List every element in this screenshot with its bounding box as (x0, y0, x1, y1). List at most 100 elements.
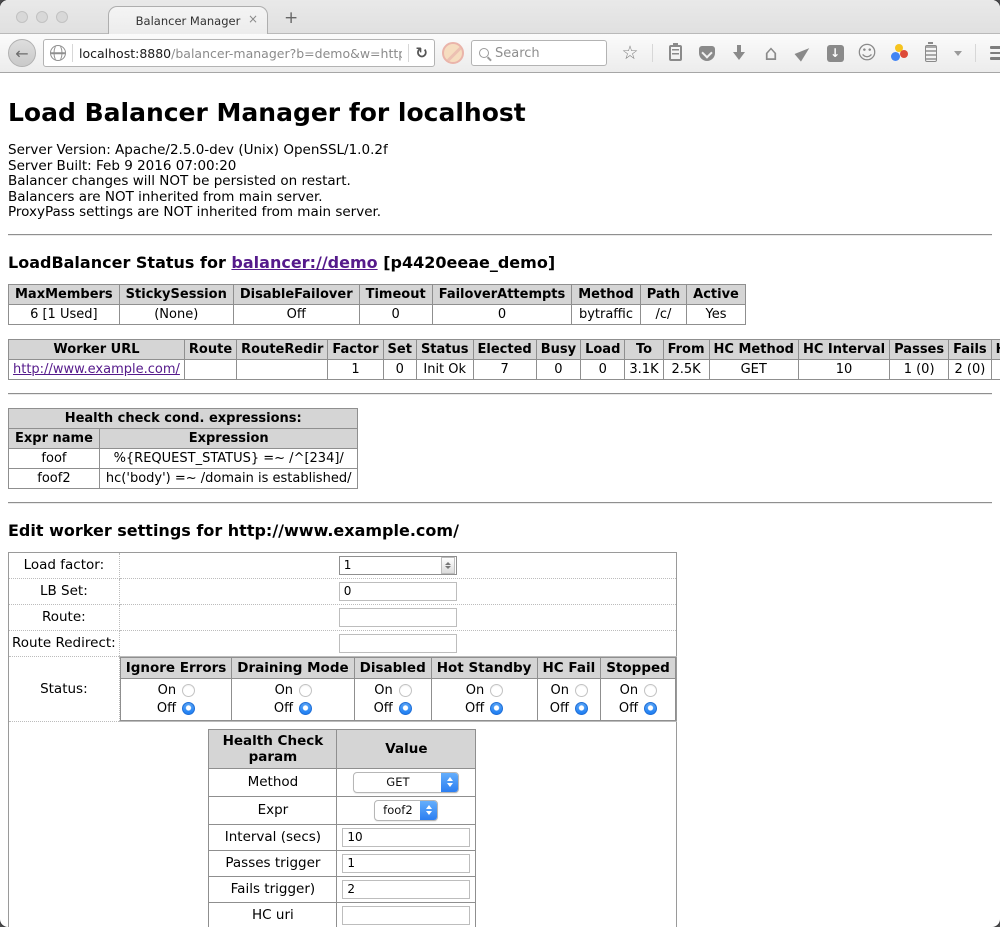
col-from: From (663, 339, 709, 359)
on-label: On (374, 683, 392, 698)
content-blocker-icon[interactable] (442, 42, 464, 64)
col-factor: Factor (328, 339, 383, 359)
search-icon (479, 48, 489, 58)
extension-download-icon[interactable]: ↓ (825, 43, 845, 63)
cell-load: 0 (581, 359, 625, 379)
expr-select[interactable]: foof2 (374, 800, 438, 821)
url-text[interactable]: localhost:8880/balancer-manager?b=demo&w… (79, 46, 402, 61)
edit-worker-form: Load factor: LB Set: Route: Route Redire… (8, 552, 677, 927)
new-tab-button[interactable]: + (284, 8, 298, 28)
cell-busy: 0 (536, 359, 580, 379)
divider-rule (8, 234, 992, 236)
proxypass-notice-line: ProxyPass settings are NOT inherited fro… (8, 205, 992, 221)
pocket-icon[interactable] (697, 43, 717, 63)
draining-mode-off-radio[interactable] (299, 702, 312, 715)
globe-icon (50, 45, 66, 61)
ignore-errors-off-radio[interactable] (182, 702, 195, 715)
divider (72, 44, 73, 62)
load-factor-field[interactable] (339, 556, 457, 575)
col-stickysession: StickySession (119, 284, 233, 304)
param-label: Interval (secs) (209, 824, 337, 850)
balancer-demo-link[interactable]: balancer://demo (231, 253, 377, 272)
col-expr-name: Expr name (9, 428, 100, 448)
col-route: Route (184, 339, 236, 359)
table-row: Expr foof2 (209, 796, 476, 824)
downloads-icon[interactable] (729, 43, 749, 63)
col-maxmembers: MaxMembers (9, 284, 120, 304)
cell-hc-uri (991, 359, 1000, 379)
worker-table: Worker URL Route RouteRedir Factor Set S… (8, 339, 1000, 380)
col-worker-url: Worker URL (9, 339, 185, 359)
dropdown-caret-icon[interactable] (953, 43, 963, 63)
passes-trigger-input[interactable] (342, 854, 470, 873)
col-expression: Expression (99, 428, 358, 448)
form-row-route: Route: (9, 604, 677, 630)
table-row: 6 [1 Used] (None) Off 0 0 bytraffic /c/ … (9, 304, 746, 324)
form-row-hc-params: Health Check param Value Method GET Expr… (9, 721, 677, 927)
off-label: Off (274, 701, 293, 716)
zoom-window-button[interactable] (56, 11, 68, 23)
url-bar[interactable]: localhost:8880/balancer-manager?b=demo&w… (43, 39, 435, 67)
cell-timeout: 0 (359, 304, 432, 324)
heading-prefix: LoadBalancer Status for (8, 253, 231, 272)
disabled-on-radio[interactable] (399, 684, 412, 697)
minimize-window-button[interactable] (36, 11, 48, 23)
table-header-row: Ignore Errors Draining Mode Disabled Hot… (120, 657, 675, 678)
send-icon[interactable] (793, 43, 813, 63)
battery-extension-icon[interactable] (921, 43, 941, 63)
bookmark-star-icon[interactable]: ☆ (620, 43, 640, 63)
reload-icon[interactable]: ↻ (415, 44, 428, 62)
lb-set-input[interactable] (339, 582, 457, 601)
field-label: Load factor: (9, 552, 120, 578)
hc-fail-on-radio[interactable] (575, 684, 588, 697)
method-select[interactable]: GET (353, 772, 459, 793)
tab-balancer-manager[interactable]: Balancer Manager × (108, 6, 268, 34)
search-input[interactable]: Search (471, 40, 607, 66)
worker-url-link[interactable]: http://www.example.com/ (13, 362, 180, 377)
off-label: Off (157, 701, 176, 716)
disabled-off-radio[interactable] (399, 702, 412, 715)
param-label: Passes trigger (209, 850, 337, 876)
home-icon[interactable]: ⌂ (761, 43, 781, 63)
route-input[interactable] (339, 608, 457, 627)
tab-close-icon[interactable]: × (248, 12, 258, 26)
cell-failoverattempts: 0 (432, 304, 572, 324)
on-label: On (466, 683, 484, 698)
colors-extension-icon[interactable] (889, 43, 909, 63)
table-row: HC uri (209, 902, 476, 927)
field-label: Route Redirect: (9, 630, 120, 656)
smiley-extension-icon[interactable]: ☺ (857, 43, 877, 63)
col-hc-param: Health Check param (209, 729, 337, 768)
hc-uri-input[interactable] (342, 906, 470, 925)
route-redirect-input[interactable] (339, 634, 457, 653)
off-label: Off (550, 701, 569, 716)
draining-mode-on-radio[interactable] (299, 684, 312, 697)
reading-list-icon[interactable] (665, 43, 685, 63)
fails-trigger-input[interactable] (342, 880, 470, 899)
ignore-errors-on-radio[interactable] (182, 684, 195, 697)
close-window-button[interactable] (16, 11, 28, 23)
hc-expressions-title: Health check cond. expressions: (9, 408, 358, 428)
stopped-off-radio[interactable] (644, 702, 657, 715)
select-chevrons-icon (441, 773, 458, 792)
cell-elected: 7 (473, 359, 536, 379)
back-button[interactable]: ← (8, 39, 36, 67)
balancer-status-table: MaxMembers StickySession DisableFailover… (8, 284, 746, 325)
hot-standby-off-radio[interactable] (490, 702, 503, 715)
col-busy: Busy (536, 339, 580, 359)
hot-standby-on-radio[interactable] (490, 684, 503, 697)
load-factor-input[interactable] (340, 558, 441, 572)
window-controls (16, 11, 68, 23)
cell-stickysession: (None) (119, 304, 233, 324)
number-stepper-icon[interactable] (441, 557, 455, 574)
on-label: On (550, 683, 568, 698)
edit-worker-heading: Edit worker settings for http://www.exam… (8, 521, 992, 540)
menu-icon[interactable] (988, 43, 1000, 63)
table-row: Fails trigger) (209, 876, 476, 902)
col-timeout: Timeout (359, 284, 432, 304)
divider (975, 44, 976, 62)
hc-fail-off-radio[interactable] (575, 702, 588, 715)
col-fails: Fails (949, 339, 992, 359)
interval-input[interactable] (342, 828, 470, 847)
stopped-on-radio[interactable] (644, 684, 657, 697)
